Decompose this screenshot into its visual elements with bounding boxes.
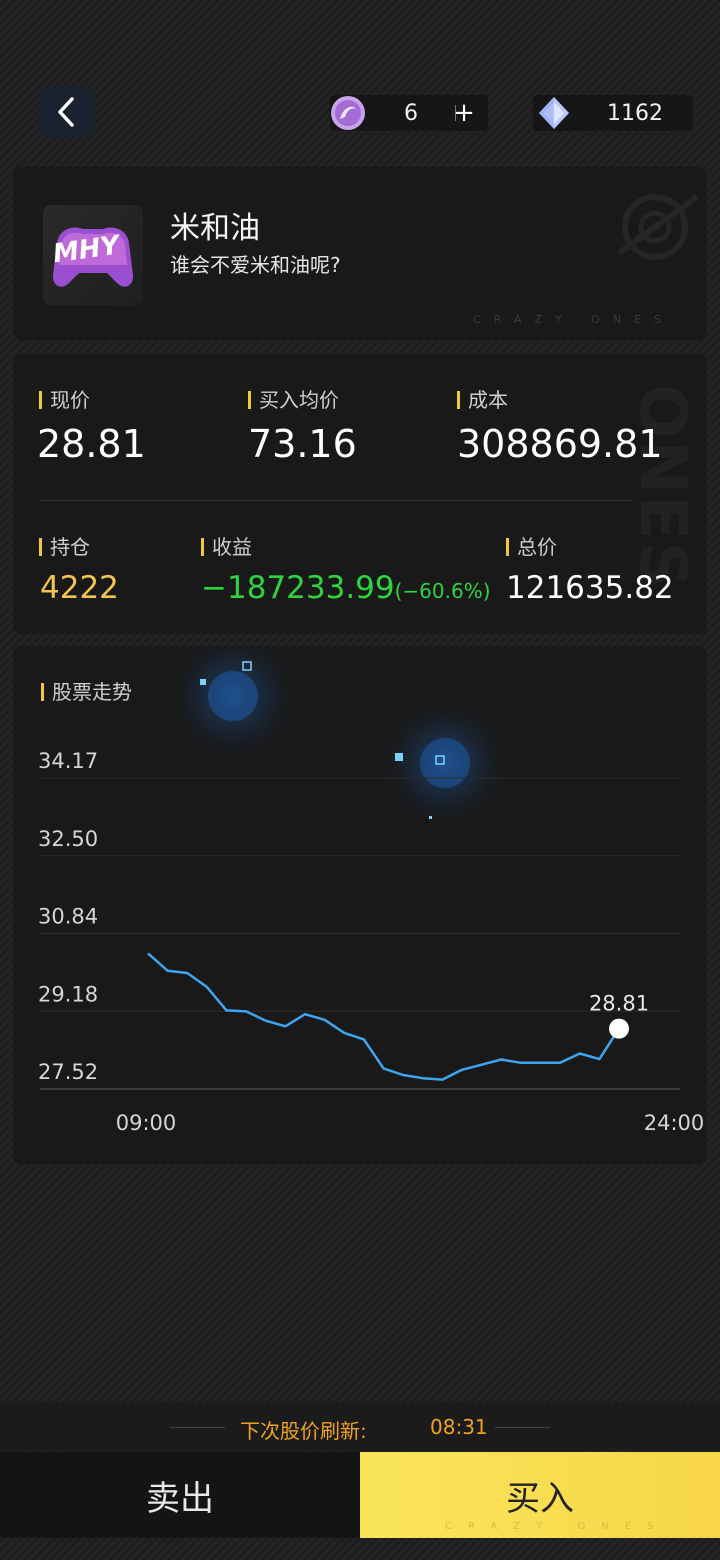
total-label-text: 总价 [517, 535, 557, 559]
cost-label-text: 成本 [468, 388, 508, 412]
y-tick-label: 30.84 [38, 905, 98, 929]
gem-count: 1162 [607, 101, 663, 126]
stock-trend-card: 股票走势 34.17 32.50 30.84 29.18 27.52 09:00 24:0… [13, 646, 707, 1164]
refresh-line-right [495, 1427, 550, 1428]
stock-name: 米和油 [170, 211, 260, 246]
cost-value: 308869.81 [457, 422, 663, 466]
avg-buy-label: 买入均价 [248, 384, 339, 413]
y-tick-label: 29.18 [38, 982, 98, 1006]
last-price-label: 28.81 [589, 992, 649, 1016]
x-tick-label: 09:00 [116, 1111, 177, 1135]
add-ticket-button[interactable]: + [450, 98, 478, 128]
buy-button-watermark: CRAZY ONES [445, 1521, 670, 1532]
stock-description: 谁会不爱米和油呢? [170, 253, 341, 277]
sell-button[interactable]: 卖出 [0, 1452, 360, 1538]
label-accent-bar [248, 391, 251, 409]
refresh-label: 下次股价刷新: [240, 1419, 367, 1443]
ticket-count: 6 [404, 101, 418, 126]
avg-buy-label-text: 买入均价 [259, 388, 339, 412]
stock-trend-chart: 34.17 32.50 30.84 29.18 27.52 09:00 24:00 28.… [38, 646, 705, 1135]
gem-icon [539, 97, 569, 129]
last-price-point [609, 1018, 629, 1039]
y-tick-label: 34.17 [38, 749, 98, 773]
current-price-label: 现价 [39, 384, 90, 413]
current-price-value: 28.81 [37, 422, 146, 466]
gain-value: −187233.99(−60.6%) [201, 570, 491, 606]
gem-counter: 1162 [533, 95, 693, 131]
back-button[interactable] [38, 86, 94, 138]
stats-divider [39, 500, 633, 501]
brand-watermark: CRAZY ONES [473, 313, 674, 326]
label-accent-bar [457, 391, 460, 409]
avg-buy-value: 73.16 [248, 422, 357, 466]
y-tick-label: 27.52 [38, 1060, 98, 1084]
refresh-line-left [170, 1427, 225, 1428]
gain-percent: (−60.6%) [394, 579, 491, 603]
x-tick-label: 24:00 [644, 1111, 705, 1135]
gain-amount: −187233.99 [201, 570, 395, 606]
label-accent-bar [201, 538, 204, 556]
label-accent-bar [39, 538, 42, 556]
total-label: 总价 [506, 531, 557, 560]
ticket-counter: 6 + [330, 95, 488, 131]
label-accent-bar [506, 538, 509, 556]
chevron-left-icon [58, 97, 74, 127]
label-accent-bar [39, 391, 42, 409]
y-tick-label: 32.50 [38, 827, 98, 851]
price-line [147, 952, 621, 1081]
gain-label: 收益 [201, 531, 252, 560]
current-price-label-text: 现价 [50, 388, 90, 412]
position-label-text: 持仓 [50, 535, 90, 559]
cost-label: 成本 [457, 384, 508, 413]
position-value: 4222 [40, 570, 119, 606]
target-emblem-icon [617, 194, 699, 260]
refresh-countdown: 08:31 [430, 1415, 488, 1439]
glow-decoration [173, 646, 505, 823]
ticket-coin-icon [331, 96, 365, 130]
stock-info-card: MHY 米和油 谁会不爱米和油呢? CRAZY ONES [13, 167, 707, 340]
holding-stats-card: ONES 现价 28.81 买入均价 73.16 成本 308869.81 持仓… [13, 354, 707, 634]
gain-label-text: 收益 [212, 535, 252, 559]
side-watermark: ONES [625, 384, 699, 590]
refresh-timer-bar: 下次股价刷新: 08:31 [0, 1403, 720, 1451]
total-value: 121635.82 [506, 570, 674, 606]
position-label: 持仓 [39, 531, 90, 560]
stock-logo: MHY [43, 205, 143, 305]
